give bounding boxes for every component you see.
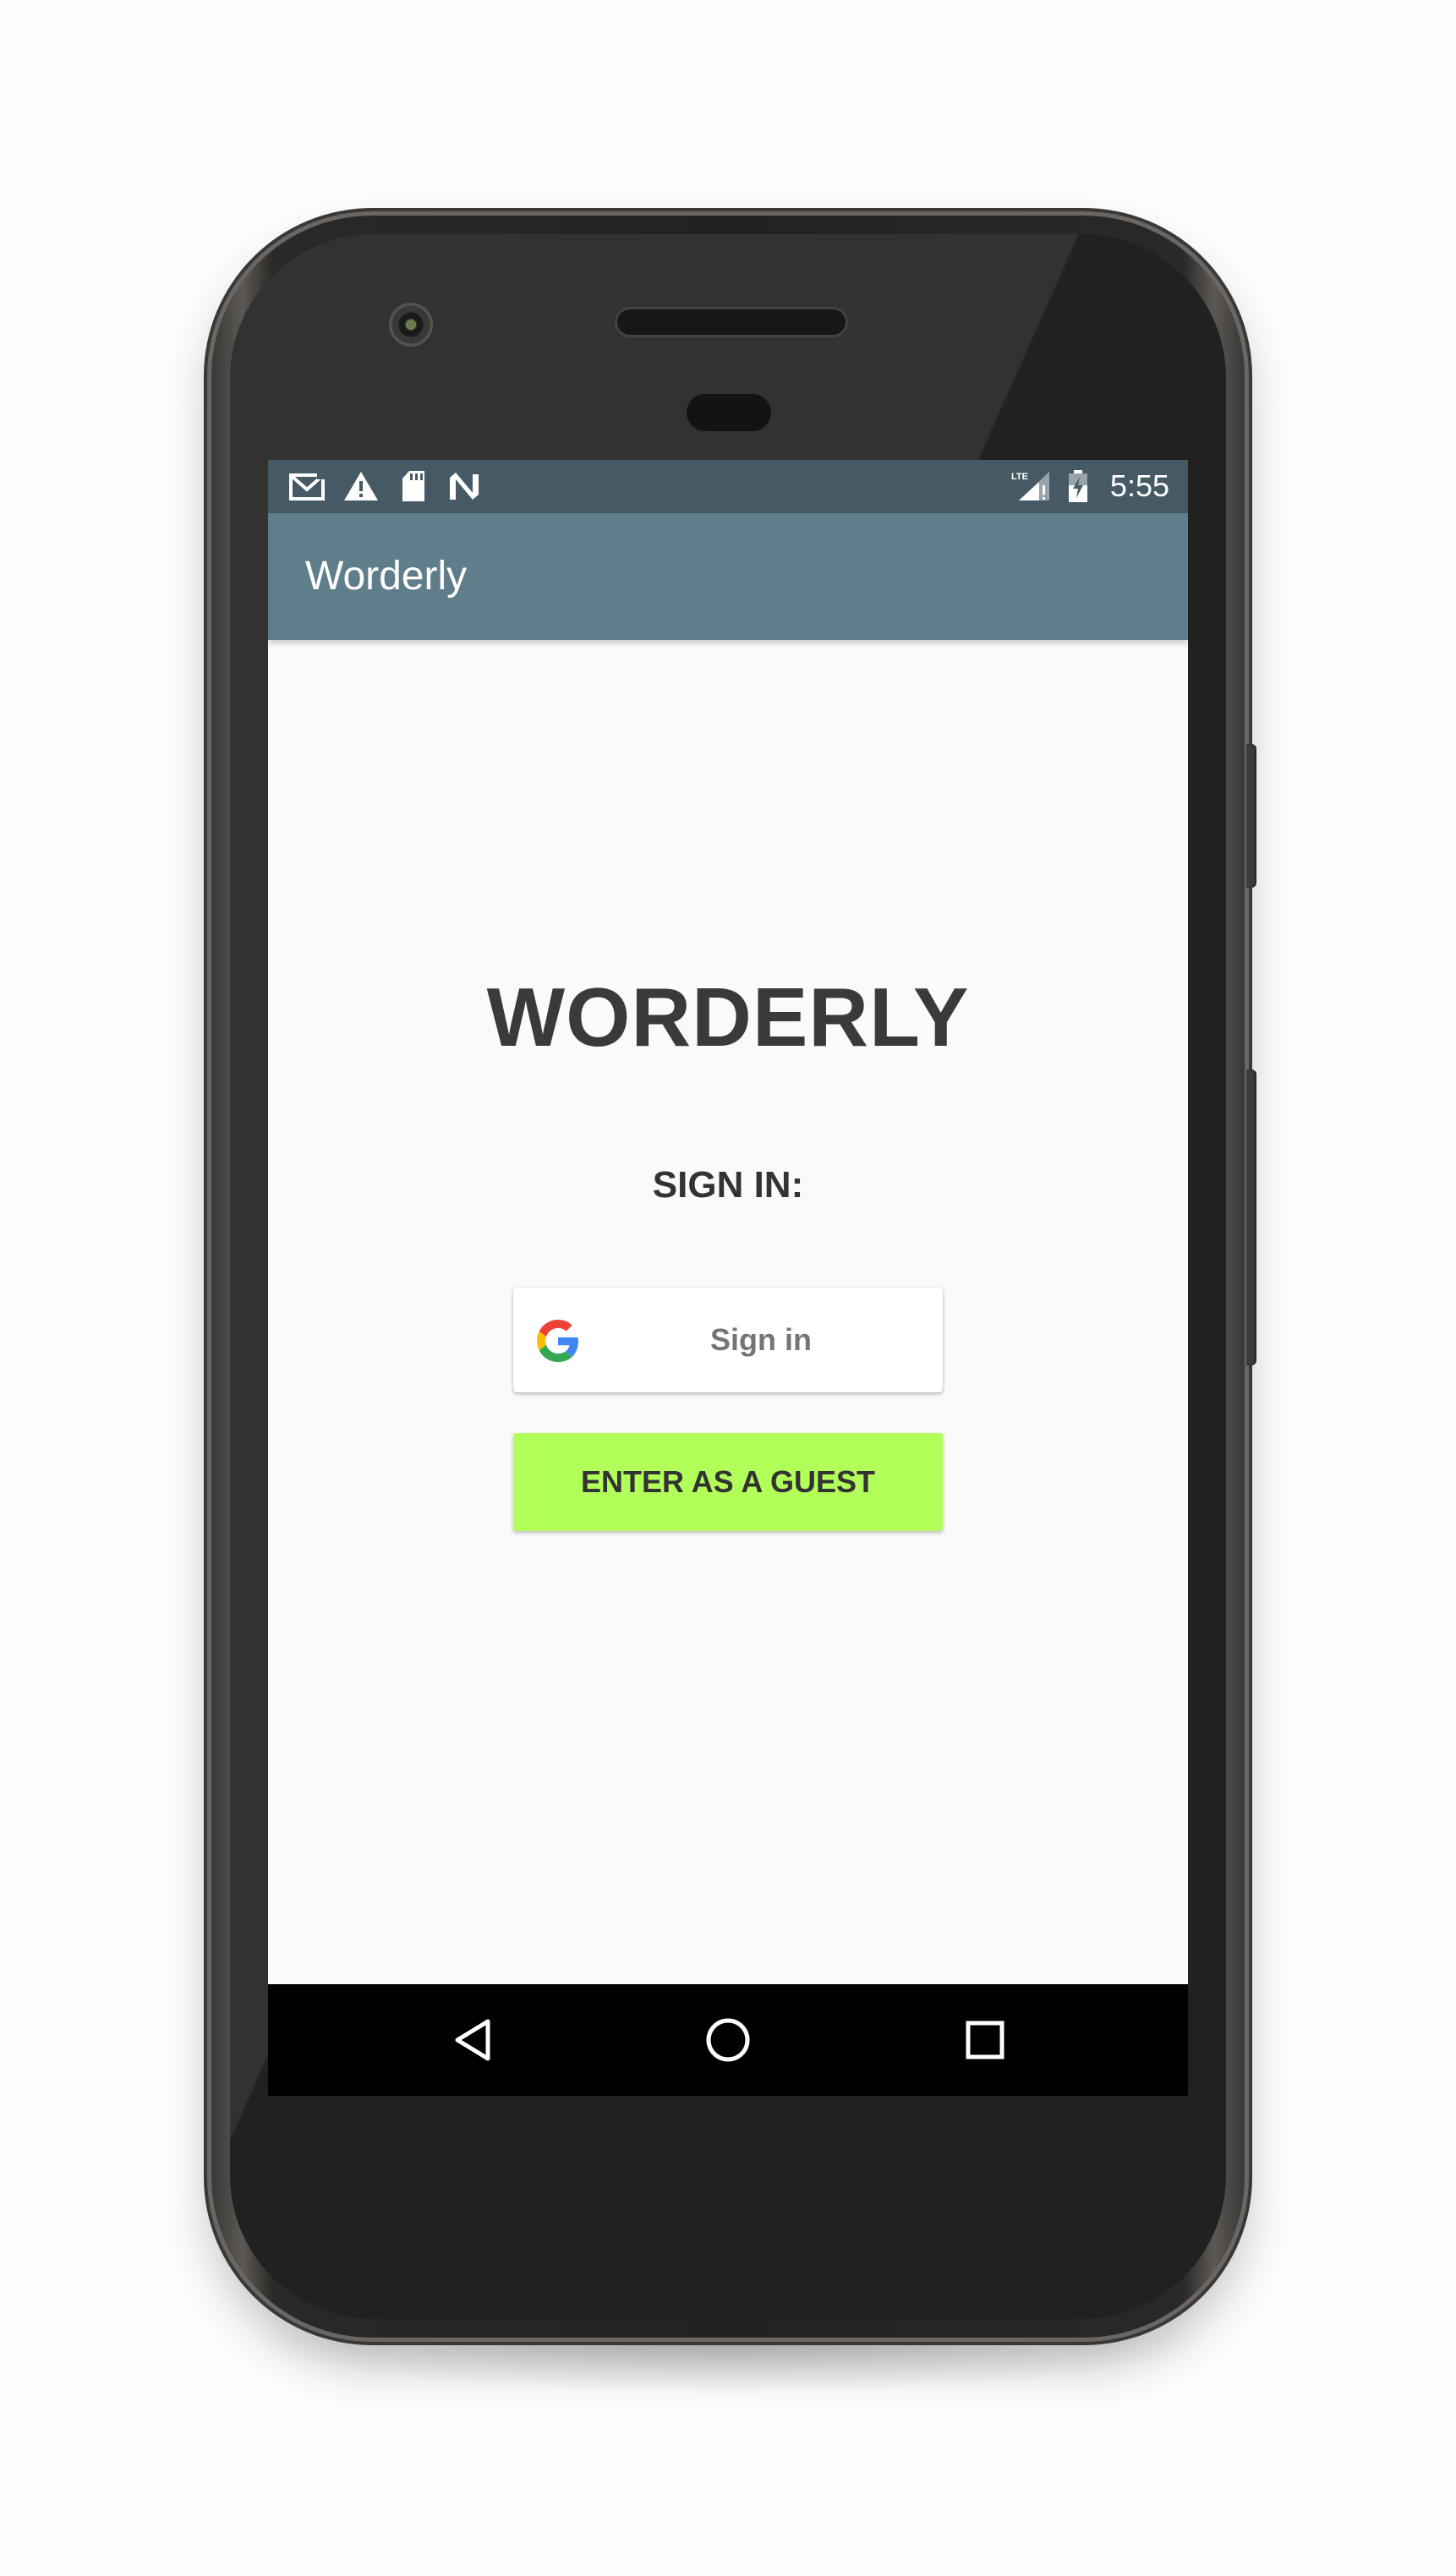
phone-screen: LTE 5:55 Worderly WORDERLY SIGN IN: Sign… <box>268 460 1188 2096</box>
status-time: 5:55 <box>1109 468 1169 503</box>
power-button <box>1246 744 1256 888</box>
google-sign-in-label: Sign in <box>710 1322 812 1357</box>
network-label: LTE <box>1011 472 1028 482</box>
status-bar: LTE 5:55 <box>268 460 1188 513</box>
app-title: Worderly <box>305 554 468 599</box>
sd-card-icon <box>397 470 430 502</box>
battery-charging-icon <box>1063 470 1093 502</box>
warning-icon <box>342 470 380 502</box>
app-bar: Worderly <box>268 513 1188 640</box>
sign-in-heading: SIGN IN: <box>652 1164 804 1206</box>
brand-title: WORDERLY <box>486 971 970 1064</box>
n-icon <box>446 470 483 502</box>
main-content: WORDERLY SIGN IN: Sign in ENTER AS A GUE… <box>268 640 1188 1984</box>
google-icon <box>537 1320 579 1362</box>
gmail-icon <box>288 470 326 502</box>
home-icon[interactable] <box>694 2006 762 2074</box>
proximity-sensor <box>687 394 771 431</box>
lte-signal-icon: LTE <box>1010 470 1053 502</box>
system-nav-bar <box>268 1984 1188 2096</box>
device-mockup-stage: LTE 5:55 Worderly WORDERLY SIGN IN: Sign… <box>0 0 1456 2576</box>
front-camera <box>389 303 433 347</box>
volume-button <box>1246 1069 1256 1365</box>
back-icon[interactable] <box>439 2006 506 2074</box>
enter-as-guest-button[interactable]: ENTER AS A GUEST <box>513 1433 943 1531</box>
google-sign-in-button[interactable]: Sign in <box>513 1288 943 1392</box>
recents-icon[interactable] <box>951 2006 1019 2074</box>
earpiece-speaker <box>617 309 846 335</box>
